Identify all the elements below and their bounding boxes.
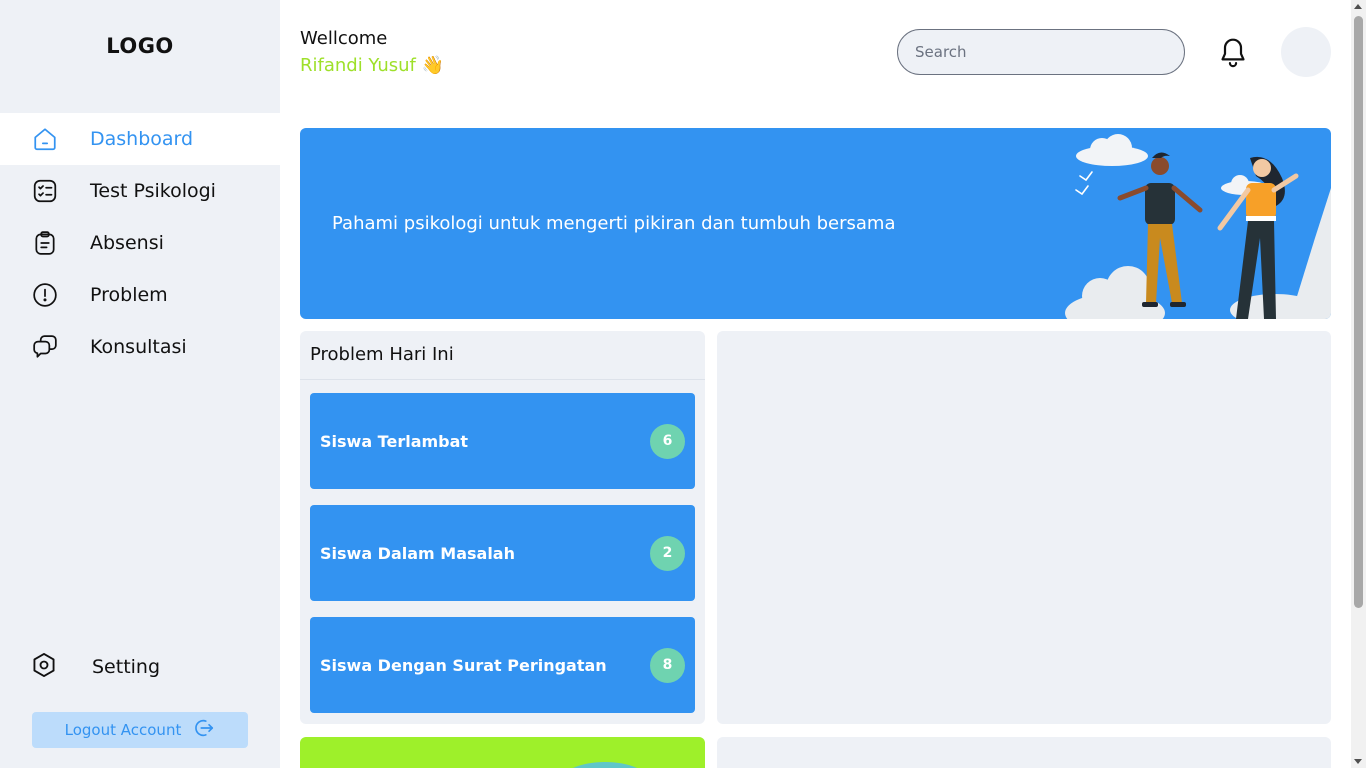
sidebar-item-label: Test Psikologi [90, 180, 216, 202]
sidebar-item-konsultasi[interactable]: Konsultasi [0, 321, 280, 373]
count-badge: 8 [650, 647, 685, 683]
content-panel [717, 331, 1331, 724]
search-input[interactable] [897, 29, 1185, 75]
problem-card: Problem Hari Ini Siswa Terlambat 6 Siswa… [300, 331, 705, 724]
problem-card-title: Problem Hari Ini [310, 344, 454, 365]
banner-text: Pahami psikologi untuk mengerti pikiran … [332, 213, 896, 234]
sidebar-item-dashboard[interactable]: Dashboard [0, 113, 280, 165]
hexagon-gear-icon [30, 651, 58, 683]
sidebar-item-label: Absensi [90, 232, 164, 254]
divider [300, 379, 705, 380]
scroll-up-icon[interactable] [1354, 4, 1362, 9]
logout-label: Logout Account [64, 721, 182, 739]
count-badge: 2 [650, 535, 685, 571]
username: Rifandi Yusuf 👋 [300, 55, 445, 76]
banner-illustration [1065, 134, 1331, 319]
sidebar-item-label: Dashboard [90, 128, 194, 150]
chat-icon [32, 334, 58, 360]
green-card [300, 737, 705, 768]
sidebar: LOGO Dashboard Test Psikologi Absensi Pr… [0, 0, 280, 768]
setting-button[interactable]: Setting [30, 652, 160, 682]
problem-item-label: Siswa Terlambat [320, 431, 469, 451]
decorative-shape [560, 762, 650, 768]
problem-item-siswa-dalam-masalah[interactable]: Siswa Dalam Masalah 2 [310, 505, 695, 601]
hero-banner: Pahami psikologi untuk mengerti pikiran … [300, 128, 1331, 319]
scrollbar[interactable] [1351, 0, 1366, 768]
logout-icon [193, 717, 215, 743]
problem-item-siswa-terlambat[interactable]: Siswa Terlambat 6 [310, 393, 695, 489]
sidebar-nav: Dashboard Test Psikologi Absensi Problem… [0, 113, 280, 373]
avatar[interactable] [1281, 27, 1331, 77]
sidebar-item-label: Problem [90, 284, 168, 306]
problem-item-label: Siswa Dalam Masalah [320, 543, 515, 563]
clipboard-icon [32, 230, 58, 256]
welcome-text: Wellcome [300, 28, 388, 49]
logo: LOGO [106, 34, 174, 58]
logout-button[interactable]: Logout Account [32, 712, 248, 748]
bottom-panel [717, 737, 1331, 768]
checklist-icon [32, 178, 58, 204]
home-icon [32, 126, 58, 152]
bell-icon[interactable] [1218, 36, 1248, 68]
sidebar-item-absensi[interactable]: Absensi [0, 217, 280, 269]
problem-item-siswa-surat-peringatan[interactable]: Siswa Dengan Surat Peringatan 8 [310, 617, 695, 713]
sidebar-item-problem[interactable]: Problem [0, 269, 280, 321]
sidebar-item-test-psikologi[interactable]: Test Psikologi [0, 165, 280, 217]
problem-item-label: Siswa Dengan Surat Peringatan [320, 655, 607, 675]
setting-label: Setting [92, 656, 161, 678]
scroll-down-icon[interactable] [1354, 759, 1362, 764]
sidebar-item-label: Konsultasi [90, 336, 187, 358]
count-badge: 6 [650, 423, 685, 459]
scrollbar-thumb[interactable] [1354, 16, 1363, 608]
alert-circle-icon [32, 282, 58, 308]
